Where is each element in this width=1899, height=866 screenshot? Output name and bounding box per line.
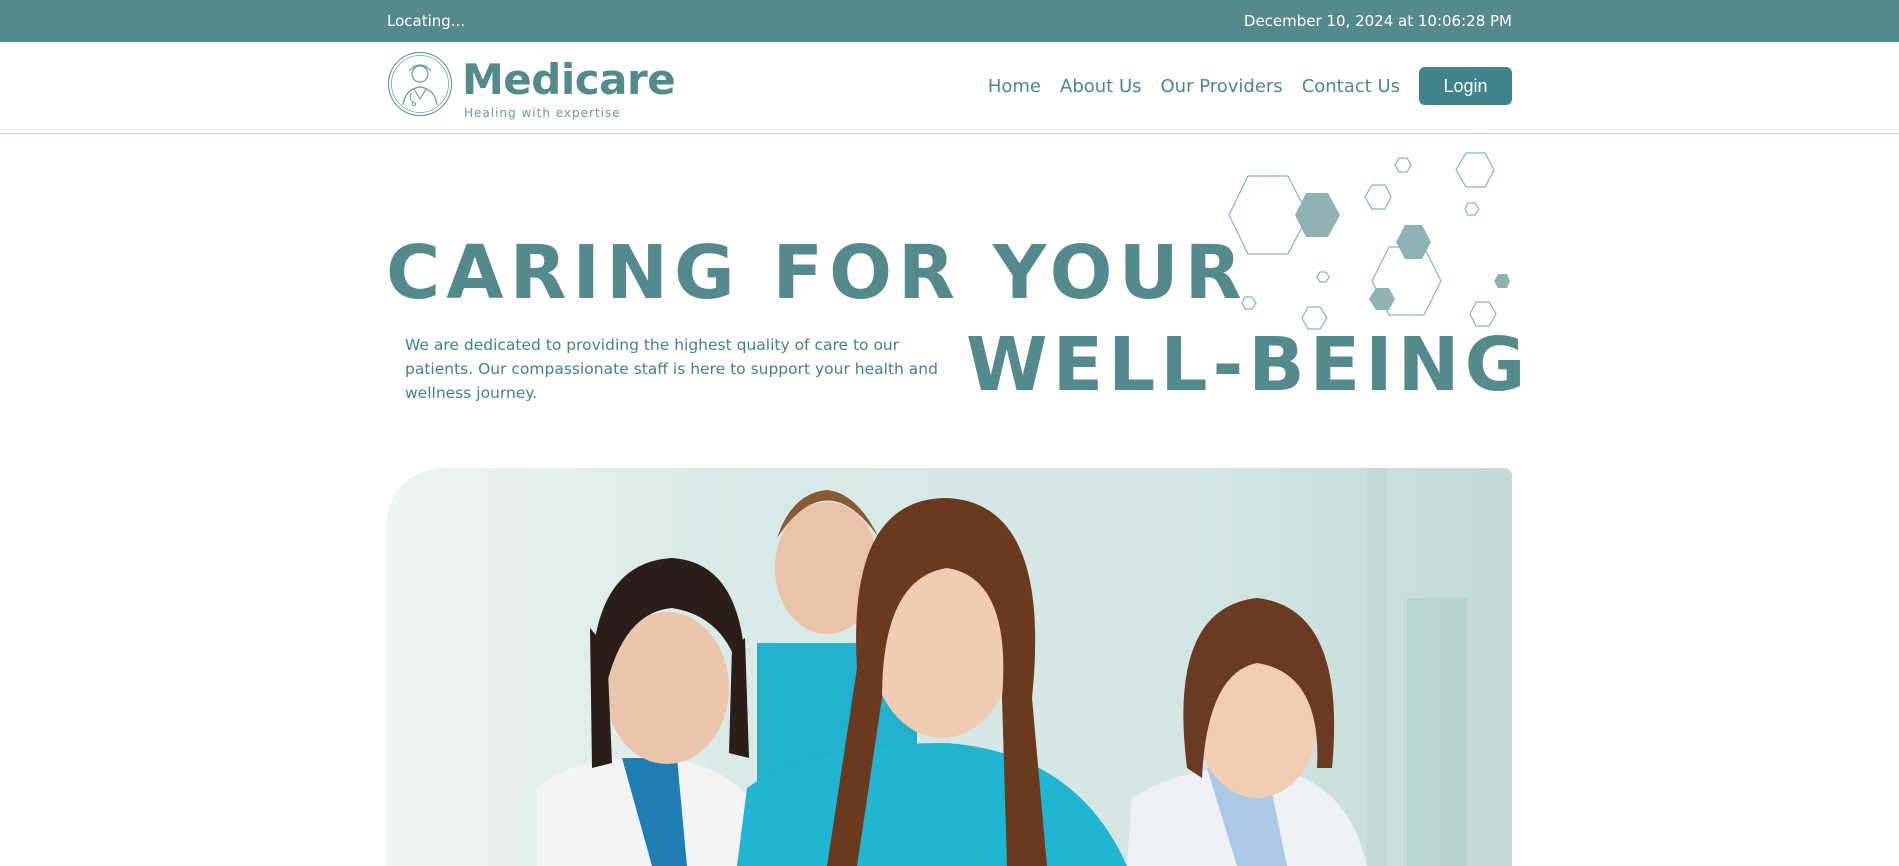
medical-team-illustration	[387, 468, 1512, 866]
nav-menu: Home About Us Our Providers Contact Us L…	[988, 66, 1512, 106]
hexagon-pattern-icon	[1228, 152, 1510, 330]
nav-link-about-us[interactable]: About Us	[1060, 76, 1142, 97]
hero-description: We are dedicated to providing the highes…	[405, 336, 938, 402]
nav-link-our-providers[interactable]: Our Providers	[1161, 76, 1283, 97]
hero-title-line2: WELL-BEING	[966, 322, 1531, 408]
hero-title-line1: CARING FOR YOUR	[386, 230, 1248, 316]
location-status: Locating...	[387, 12, 466, 30]
doctor-avatar-icon	[387, 51, 453, 117]
top-info-bar: Locating... December 10, 2024 at 10:06:2…	[0, 0, 1899, 42]
brand-name: Medicare	[462, 55, 676, 104]
brand-logo[interactable]: Medicare Healing with expertise	[387, 51, 687, 125]
login-button[interactable]: Login	[1419, 67, 1512, 105]
nav-link-home[interactable]: Home	[988, 76, 1041, 97]
brand-tagline: Healing with expertise	[464, 106, 621, 120]
current-datetime: December 10, 2024 at 10:06:28 PM	[1243, 12, 1512, 30]
main-navbar: Medicare Healing with expertise Home Abo…	[0, 42, 1899, 134]
hero-image-medical-team	[387, 468, 1512, 866]
nav-link-contact-us[interactable]: Contact Us	[1302, 76, 1400, 97]
